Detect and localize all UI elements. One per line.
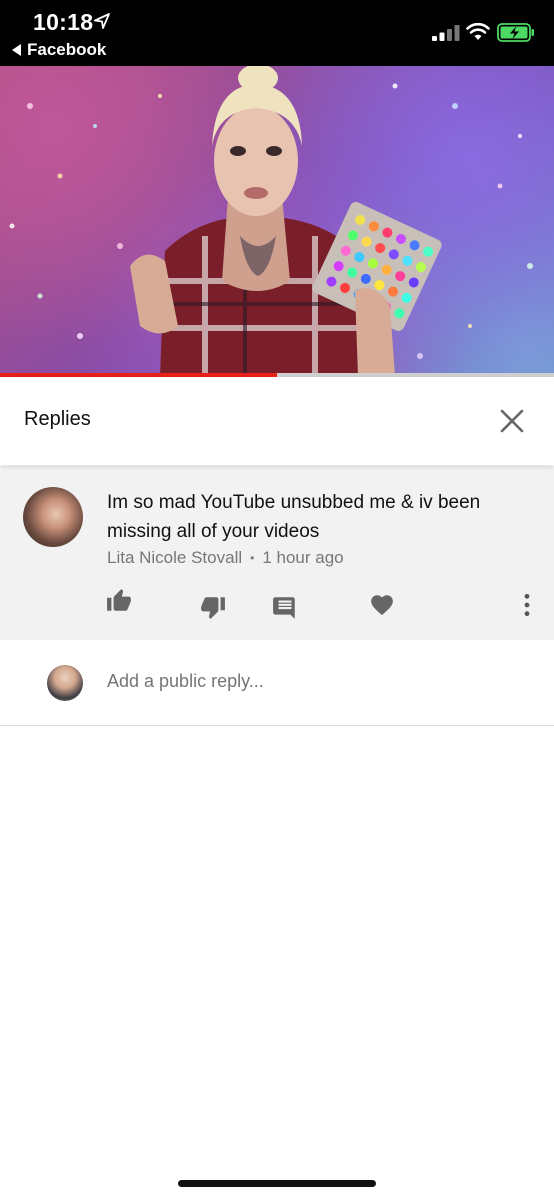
home-indicator[interactable] — [178, 1180, 376, 1187]
status-time: 10:18 — [33, 9, 94, 35]
cellular-signal-icon — [432, 25, 460, 41]
more-options-icon[interactable] — [514, 592, 540, 618]
replies-header: Replies — [0, 377, 554, 465]
comment-item: Im so mad YouTube unsubbed me & iv been … — [0, 466, 554, 640]
my-avatar — [47, 665, 83, 701]
thumbs-up-icon[interactable] — [106, 588, 132, 614]
comment-text: Im so mad YouTube unsubbed me & iv been … — [107, 492, 481, 542]
battery-charging-icon — [497, 23, 534, 42]
meta-separator: • — [250, 551, 255, 565]
heart-icon[interactable] — [369, 592, 395, 618]
close-icon[interactable] — [499, 408, 525, 434]
comment-author[interactable]: Lita Nicole Stovall — [107, 548, 242, 568]
reply-comment-icon[interactable] — [272, 594, 298, 620]
status-bar: 10:18 Facebook — [0, 0, 554, 66]
thumbs-down-icon[interactable] — [200, 594, 226, 620]
wifi-icon — [466, 22, 490, 40]
replies-title: Replies — [24, 408, 91, 430]
back-triangle-icon — [12, 44, 21, 56]
back-to-app-link[interactable]: Facebook — [12, 40, 106, 60]
comment-time: 1 hour ago — [262, 548, 344, 567]
back-app-label: Facebook — [27, 40, 107, 59]
comment-meta: Lita Nicole Stovall • 1 hour ago — [107, 548, 344, 568]
reply-input-row — [0, 641, 554, 726]
video-player[interactable] — [0, 66, 554, 376]
video-frame — [9, 66, 533, 376]
reply-input[interactable] — [107, 671, 507, 692]
location-arrow-icon — [94, 13, 110, 29]
commenter-avatar[interactable] — [23, 487, 83, 547]
